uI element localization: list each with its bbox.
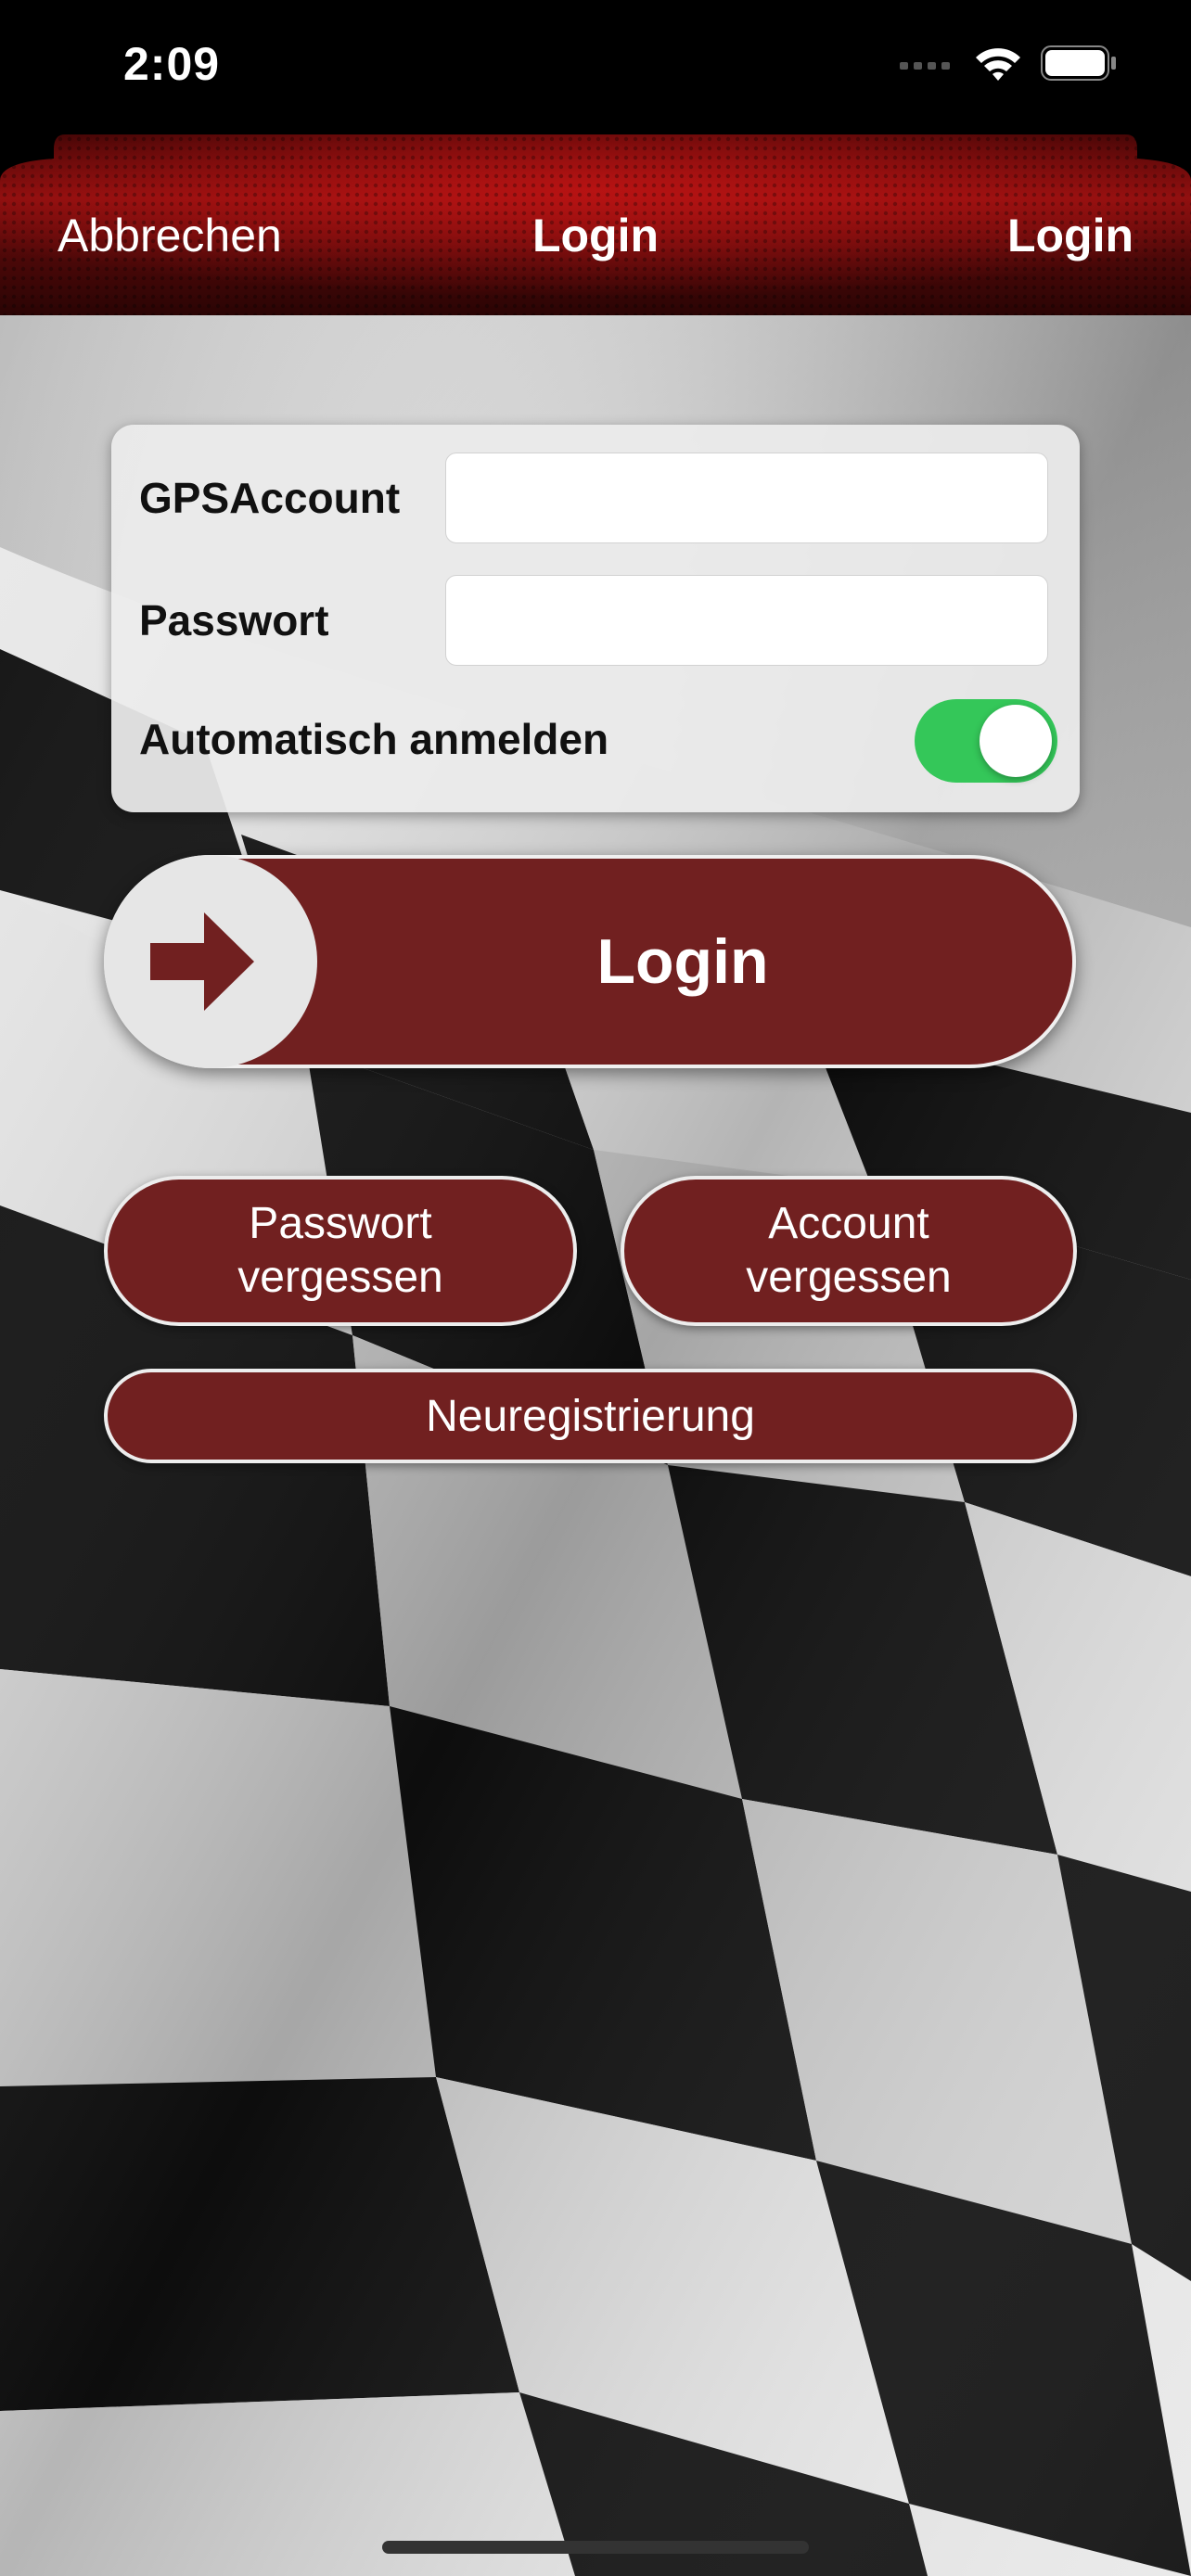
account-label: GPSAccount bbox=[139, 474, 401, 522]
forgot-password-line2: vergessen bbox=[237, 1253, 443, 1302]
cellular-signal-icon bbox=[900, 57, 955, 74]
password-input[interactable] bbox=[445, 575, 1048, 666]
auto-login-toggle[interactable] bbox=[915, 699, 1057, 783]
register-button-label: Neuregistrierung bbox=[426, 1391, 755, 1441]
nav-login-button[interactable]: Login bbox=[1007, 209, 1133, 262]
forgot-account-button[interactable]: Account vergessen bbox=[621, 1176, 1077, 1326]
register-button[interactable]: Neuregistrierung bbox=[104, 1369, 1077, 1463]
navigation-bar: Abbrechen Login Login bbox=[0, 134, 1191, 315]
account-input[interactable] bbox=[445, 453, 1048, 543]
status-bar: 2:09 bbox=[0, 0, 1191, 134]
forgot-password-button[interactable]: Passwort vergessen bbox=[104, 1176, 577, 1326]
login-button-label: Login bbox=[596, 926, 769, 997]
forgot-account-line2: vergessen bbox=[746, 1253, 952, 1302]
home-indicator[interactable] bbox=[382, 2541, 809, 2554]
toggle-knob bbox=[980, 705, 1052, 777]
status-time: 2:09 bbox=[123, 38, 221, 90]
login-arrow-circle bbox=[104, 855, 317, 1068]
forgot-password-line1: Passwort bbox=[249, 1199, 432, 1248]
wifi-icon bbox=[974, 45, 1022, 86]
cancel-button[interactable]: Abbrechen bbox=[58, 209, 282, 262]
password-label: Passwort bbox=[139, 596, 329, 644]
battery-icon bbox=[1041, 45, 1117, 85]
auto-login-label: Automatisch anmelden bbox=[139, 715, 609, 763]
forgot-account-line1: Account bbox=[768, 1199, 929, 1248]
login-button[interactable]: Login bbox=[104, 855, 1076, 1068]
login-form-card: GPSAccount Passwort Automatisch anmelden bbox=[111, 425, 1080, 812]
status-icons bbox=[900, 45, 1117, 86]
